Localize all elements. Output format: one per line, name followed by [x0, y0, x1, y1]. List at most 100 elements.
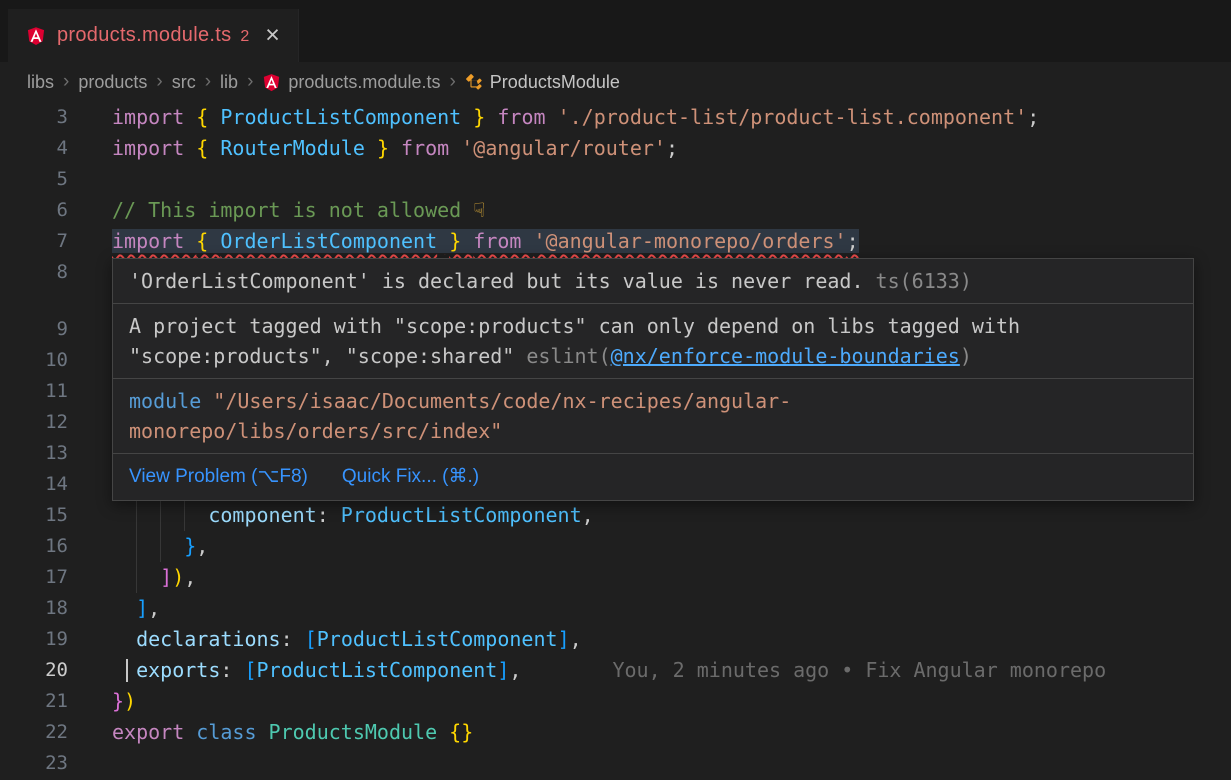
breadcrumb-label: ProductsModule: [490, 72, 620, 93]
code-line-7[interactable]: 7 import { OrderListComponent } from '@an…: [0, 226, 1231, 257]
hover-popup: 'OrderListComponent' is declared but its…: [112, 258, 1194, 501]
line-number: 20: [0, 655, 68, 686]
code-line-20[interactable]: 20 exports: [ProductListComponent],You, …: [0, 655, 1231, 686]
popup-module-info: module "/Users/isaac/Documents/code/nx-r…: [113, 379, 1193, 454]
module-info-line1: module "/Users/isaac/Documents/code/nx-r…: [129, 386, 1177, 416]
line-number: 15: [0, 500, 68, 531]
breadcrumb-separator: ›: [63, 71, 69, 93]
breadcrumb-label: products: [78, 72, 147, 93]
line-number: 9: [0, 314, 68, 345]
popup-eslint-diagnostic: A project tagged with "scope:products" c…: [113, 304, 1193, 379]
code-text: component: ProductListComponent,: [112, 500, 594, 531]
line-number: 12: [0, 407, 68, 438]
code-text: exports: [ProductListComponent],You, 2 m…: [112, 655, 1106, 686]
code-line-3[interactable]: 3 import { ProductListComponent } from '.…: [0, 102, 1231, 133]
breadcrumb-item-products[interactable]: products: [78, 72, 147, 93]
code-text: }): [112, 686, 136, 717]
code-text: ],: [112, 593, 160, 624]
breadcrumb-separator: ›: [247, 71, 253, 93]
editor[interactable]: 3 import { ProductListComponent } from '.…: [0, 102, 1231, 780]
indent-guide: [136, 500, 137, 531]
line-number: 17: [0, 562, 68, 593]
popup-actions: View Problem (⌥F8) Quick Fix... (⌘.): [113, 454, 1193, 500]
code-line-15[interactable]: 15 component: ProductListComponent,: [0, 500, 1231, 531]
module-path-line1: "/Users/isaac/Documents/code/nx-recipes/…: [213, 389, 791, 413]
line-number: 21: [0, 686, 68, 717]
line-number: 22: [0, 717, 68, 748]
line-number: 4: [0, 133, 68, 164]
tab-label: products.module.ts: [57, 24, 231, 47]
breadcrumb-item-libs[interactable]: libs: [27, 72, 54, 93]
quick-fix-action[interactable]: Quick Fix... (⌘.): [342, 462, 479, 492]
error-squiggle-range: import { OrderListComponent } from '@ang…: [112, 229, 859, 253]
module-keyword: module: [129, 389, 213, 413]
breadcrumb-item-lib[interactable]: lib: [220, 72, 238, 93]
indent-guide: [160, 531, 161, 562]
view-problem-action[interactable]: View Problem (⌥F8): [129, 462, 308, 492]
line-number: 16: [0, 531, 68, 562]
code-line-21[interactable]: 21}): [0, 686, 1231, 717]
tab-products-module-ts[interactable]: products.module.ts 2 ×: [8, 9, 299, 62]
eslint-source-prefix: eslint(: [514, 344, 610, 368]
code-text: ]),: [112, 562, 196, 593]
line-number: 11: [0, 376, 68, 407]
line-number: 7: [0, 226, 68, 257]
git-blame-annotation: You, 2 minutes ago • Fix Angular monorep…: [612, 658, 1106, 682]
module-path-line2: monorepo/libs/orders/src/index": [129, 416, 1177, 446]
line-number: 6: [0, 195, 68, 226]
ts-diagnostic-source: ts(6133): [864, 269, 972, 293]
eslint-rule-link[interactable]: @nx/enforce-module-boundaries: [611, 344, 960, 368]
breadcrumb-separator: ›: [156, 71, 162, 93]
code-line-6[interactable]: 6 // This import is not allowed ☟: [0, 195, 1231, 226]
code-line-5[interactable]: 5: [0, 164, 1231, 195]
eslint-line2-text: "scope:products", "scope:shared": [129, 344, 514, 368]
line-number: 5: [0, 164, 68, 195]
code-line-23[interactable]: 23: [0, 748, 1231, 779]
popup-ts-diagnostic: 'OrderListComponent' is declared but its…: [113, 259, 1193, 304]
text-cursor: [126, 659, 128, 682]
code-line-16[interactable]: 16 },: [0, 531, 1231, 562]
code-line-18[interactable]: 18 ],: [0, 593, 1231, 624]
code-text: import { ProductListComponent } from './…: [112, 102, 1039, 133]
code-line-17[interactable]: 17 ]),: [0, 562, 1231, 593]
code-text: import { OrderListComponent } from '@ang…: [112, 226, 859, 257]
line-number: 13: [0, 438, 68, 469]
line-number: 3: [0, 102, 68, 133]
line-number: 14: [0, 469, 68, 500]
breadcrumb-item-productsmodule[interactable]: ProductsModule: [465, 72, 620, 93]
breadcrumb-separator: ›: [449, 71, 455, 93]
line-number: 18: [0, 593, 68, 624]
indent-guide: [184, 500, 185, 531]
line-number: 10: [0, 345, 68, 376]
line-number: 19: [0, 624, 68, 655]
breadcrumb-label: lib: [220, 72, 238, 93]
eslint-message-line1: A project tagged with "scope:products" c…: [129, 311, 1177, 341]
vscode-window: products.module.ts 2 × libs › products › src…: [0, 0, 1231, 780]
breadcrumb: libs › products › src › lib › products.module.ts…: [0, 62, 1231, 102]
line-number: 23: [0, 748, 68, 779]
indent-guide: [136, 531, 137, 562]
tab-error-badge: 2: [240, 25, 249, 46]
breadcrumb-separator: ›: [205, 71, 211, 93]
code-text: // This import is not allowed ☟: [112, 195, 485, 226]
close-icon[interactable]: ×: [265, 23, 280, 48]
indent-guide: [160, 500, 161, 531]
angular-icon: [26, 26, 46, 46]
breadcrumb-label: libs: [27, 72, 54, 93]
eslint-source-suffix: ): [960, 344, 972, 368]
code-line-22[interactable]: 22 export class ProductsModule {}: [0, 717, 1231, 748]
indent-guide: [136, 562, 137, 593]
code-text: import { RouterModule } from '@angular/r…: [112, 133, 678, 164]
breadcrumb-label: src: [172, 72, 196, 93]
code-line-19[interactable]: 19 declarations: [ProductListComponent],: [0, 624, 1231, 655]
code-text: },: [112, 531, 208, 562]
breadcrumb-label: products.module.ts: [288, 72, 440, 93]
tab-bar: products.module.ts 2 ×: [0, 0, 1231, 62]
breadcrumb-item-products-module-ts[interactable]: products.module.ts: [262, 72, 440, 93]
ts-diagnostic-message: 'OrderListComponent' is declared but its…: [129, 269, 864, 293]
line-number: 8: [0, 257, 68, 288]
eslint-message-line2: "scope:products", "scope:shared" eslint(…: [129, 341, 1177, 371]
code-text: export class ProductsModule {}: [112, 717, 473, 748]
breadcrumb-item-src[interactable]: src: [172, 72, 196, 93]
code-line-4[interactable]: 4 import { RouterModule } from '@angular/…: [0, 133, 1231, 164]
